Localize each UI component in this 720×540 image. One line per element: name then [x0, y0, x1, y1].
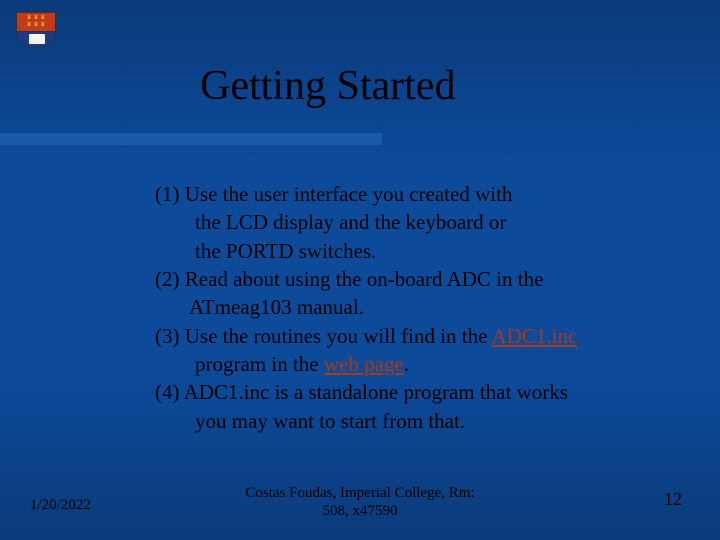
item-4-line-2: you may want to start from that.	[155, 407, 695, 435]
crest-bottom	[16, 32, 56, 48]
crest-top: ♛ ♛ ♛♛ ♛ ♛	[16, 12, 56, 32]
item-1-line-1: (1) Use the user interface you created w…	[155, 180, 695, 208]
item-3-text-c: .	[404, 352, 409, 376]
item-1-line-3: the PORTD switches.	[155, 237, 695, 265]
link-web-page[interactable]: web page	[324, 352, 404, 376]
footer-page-number: 12	[664, 489, 682, 510]
item-1-line-2: the LCD display and the keyboard or	[155, 208, 695, 236]
item-4-line-1: (4) ADC1.inc is a standalone program tha…	[155, 378, 695, 406]
crest-lions: ♛ ♛ ♛♛ ♛ ♛	[17, 15, 55, 29]
item-3-text-a: (3) Use the routines you will find in th…	[155, 324, 492, 348]
crest-book-icon	[29, 34, 45, 44]
item-3-text-b: program in the	[195, 352, 324, 376]
footer-author: Costas Foudas, Imperial College, Rm: 508…	[0, 484, 720, 520]
footer-author-line-1: Costas Foudas, Imperial College, Rm:	[245, 485, 474, 501]
crest-shield: ♛ ♛ ♛♛ ♛ ♛	[16, 12, 56, 52]
slide-footer: 1/20/2022 Costas Foudas, Imperial Colleg…	[0, 480, 720, 520]
item-3-line-1: (3) Use the routines you will find in th…	[155, 322, 695, 350]
title-underline	[0, 133, 382, 145]
footer-author-line-2: 508, x47590	[323, 503, 398, 519]
link-adc1-inc[interactable]: ADC1.inc	[492, 324, 578, 348]
crest-logo: ♛ ♛ ♛♛ ♛ ♛	[16, 12, 64, 60]
slide-content: (1) Use the user interface you created w…	[155, 180, 695, 435]
item-2-line-2: ATmeag103 manual.	[155, 293, 695, 321]
item-3-line-2: program in the web page.	[155, 350, 695, 378]
item-2-line-1: (2) Read about using the on-board ADC in…	[155, 265, 695, 293]
slide-title: Getting Started	[200, 62, 455, 110]
